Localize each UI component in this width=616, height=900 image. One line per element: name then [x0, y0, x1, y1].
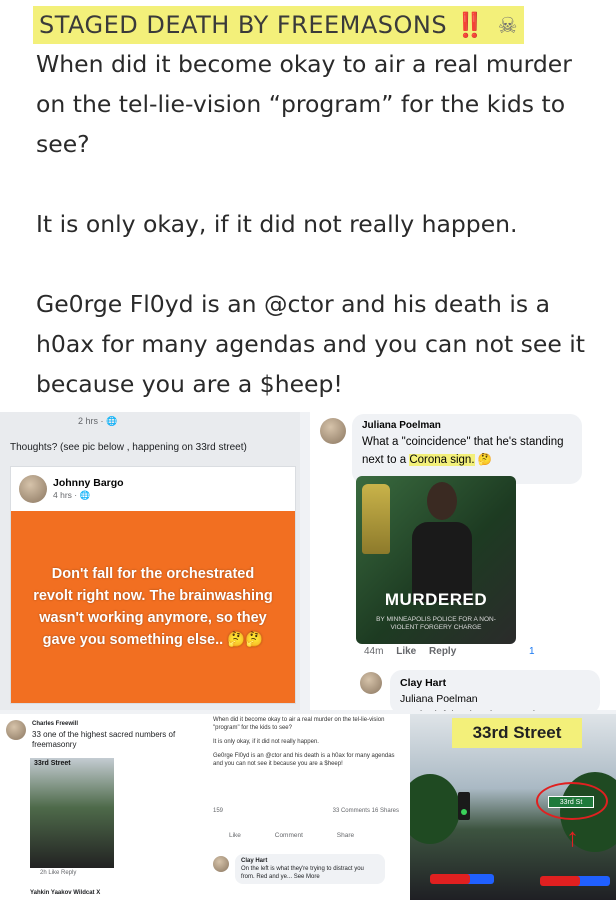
post-action-bar: Like Comment Share [229, 832, 386, 839]
commenter-name[interactable]: Charles Freewill [32, 721, 78, 727]
bottle-image [362, 484, 390, 554]
avatar[interactable] [19, 475, 47, 503]
comment-highlight: Corona sign. [409, 454, 475, 466]
shared-text-card: Don't fall for the orchestrated revolt r… [11, 511, 295, 703]
traffic-light-icon [458, 792, 470, 820]
thinking-face-icon: 🤔 [477, 454, 493, 466]
note-paragraph: It is only okay, if it did not really ha… [36, 210, 518, 238]
post-timestamp[interactable]: 2 hrs · 🌐 [78, 416, 117, 427]
street-sign-label: 33rd Street [452, 718, 582, 748]
shared-author[interactable]: Johnny Bargo [53, 477, 124, 489]
shared-post[interactable]: Johnny Bargo 4 hrs · 🌐 Don't fall for th… [10, 466, 296, 704]
comment-photo[interactable]: MURDERED BY MINNEAPOLIS POLICE FOR A NON… [356, 476, 516, 644]
screenshot-collage: 2 hrs · 🌐 Thoughts? (see pic below , hap… [0, 412, 616, 900]
like-button[interactable]: Like [229, 832, 241, 839]
post-screenshot: When did it become okay to air a real mu… [205, 714, 410, 900]
share-button[interactable]: Share [337, 832, 354, 839]
post-copy: When did it become okay to air a real mu… [213, 716, 403, 768]
post-copy-line: Ge0rge Fl0yd is an @ctor and his death i… [213, 753, 395, 767]
reply-author[interactable]: Clay Hart [400, 675, 590, 691]
red-circle-annotation [536, 782, 608, 820]
post-copy-line: When did it become okay to air a real mu… [213, 717, 385, 731]
next-commenter[interactable]: Yahkin Yaakov Wildcat X [30, 890, 100, 896]
comments-shares-count[interactable]: 33 Comments 16 Shares [333, 808, 399, 814]
reply-bubble: Clay Hart On the left is what they're tr… [235, 854, 385, 884]
reply-bubble: Clay Hart Juliana Poelman On the left is… [390, 670, 600, 714]
avatar[interactable] [360, 672, 382, 694]
post-copy-line: It is only okay, if it did not really ha… [213, 739, 319, 745]
facebook-comment-thread: Juliana Poelman What a "coincidence" tha… [310, 412, 616, 714]
note-image: STAGED DEATH BY FREEMASONS ‼️ ☠ When did… [0, 0, 616, 412]
note-title: STAGED DEATH BY FREEMASONS ‼️ ☠ [33, 6, 525, 44]
reaction-count[interactable]: 159 [213, 808, 223, 814]
note-paragraph: Ge0rge Fl0yd is an @ctor and his death i… [36, 290, 586, 398]
avatar[interactable] [320, 418, 346, 444]
comment-actions: 44m Like Reply 1 [364, 646, 535, 657]
comment-screenshot: Charles Freewill 33 one of the highest s… [0, 714, 205, 900]
reply-author[interactable]: Clay Hart [241, 857, 379, 865]
street-thumbnail[interactable]: 33rd Street [30, 758, 114, 868]
reply-mention[interactable]: Juliana Poelman [400, 691, 590, 707]
comment-button[interactable]: Comment [275, 832, 303, 839]
note-paragraph: When did it become okay to air a real mu… [36, 50, 572, 158]
person-image [412, 482, 472, 602]
street-photo: 33rd Street 33rd St ↑ [410, 714, 616, 900]
photo-subtitle: BY MINNEAPOLIS POLICE FOR A NON-VIOLENT … [376, 616, 496, 631]
facebook-post-left: 2 hrs · 🌐 Thoughts? (see pic below , hap… [0, 412, 300, 710]
reply-cutoff: On the left is what they're trying [400, 707, 590, 711]
avatar[interactable] [213, 856, 229, 872]
police-lights [430, 874, 470, 884]
like-button[interactable]: Like [396, 646, 416, 657]
comment-text: What a "coincidence" that he's standing … [362, 433, 572, 469]
comment-bubble: Juliana Poelman What a "coincidence" tha… [352, 414, 582, 484]
note-title-text: STAGED DEATH BY FREEMASONS [39, 11, 448, 39]
thumbnail-label: 33rd Street [34, 760, 71, 767]
photo-banner: MURDERED [384, 590, 488, 609]
post-text: Thoughts? (see pic below , happening on … [10, 442, 247, 453]
tree-image [410, 774, 460, 844]
comment-actions[interactable]: 2h Like Reply [40, 870, 76, 876]
red-arrow-icon: ↑ [566, 822, 579, 852]
reaction-count: 1 [529, 646, 535, 657]
comment-time[interactable]: 44m [364, 646, 383, 657]
reply-button[interactable]: Reply [429, 646, 456, 657]
skull-crossbones-icon: ☠ [497, 14, 519, 39]
post-stats: 159 33 Comments 16 Shares [213, 808, 403, 814]
avatar[interactable] [6, 720, 26, 740]
reply-text: On the left is what they're trying to di… [241, 866, 364, 880]
shared-timestamp[interactable]: 4 hrs · 🌐 [53, 490, 90, 501]
double-exclamation-icon: ‼️ [455, 11, 486, 39]
shared-body: Don't fall for the orchestrated revolt r… [33, 566, 273, 648]
note-body: When did it become okay to air a real mu… [36, 44, 596, 404]
commenter-name[interactable]: Juliana Poelman [362, 420, 572, 431]
comment-text: 33 one of the highest sacred numbers of … [32, 730, 176, 749]
